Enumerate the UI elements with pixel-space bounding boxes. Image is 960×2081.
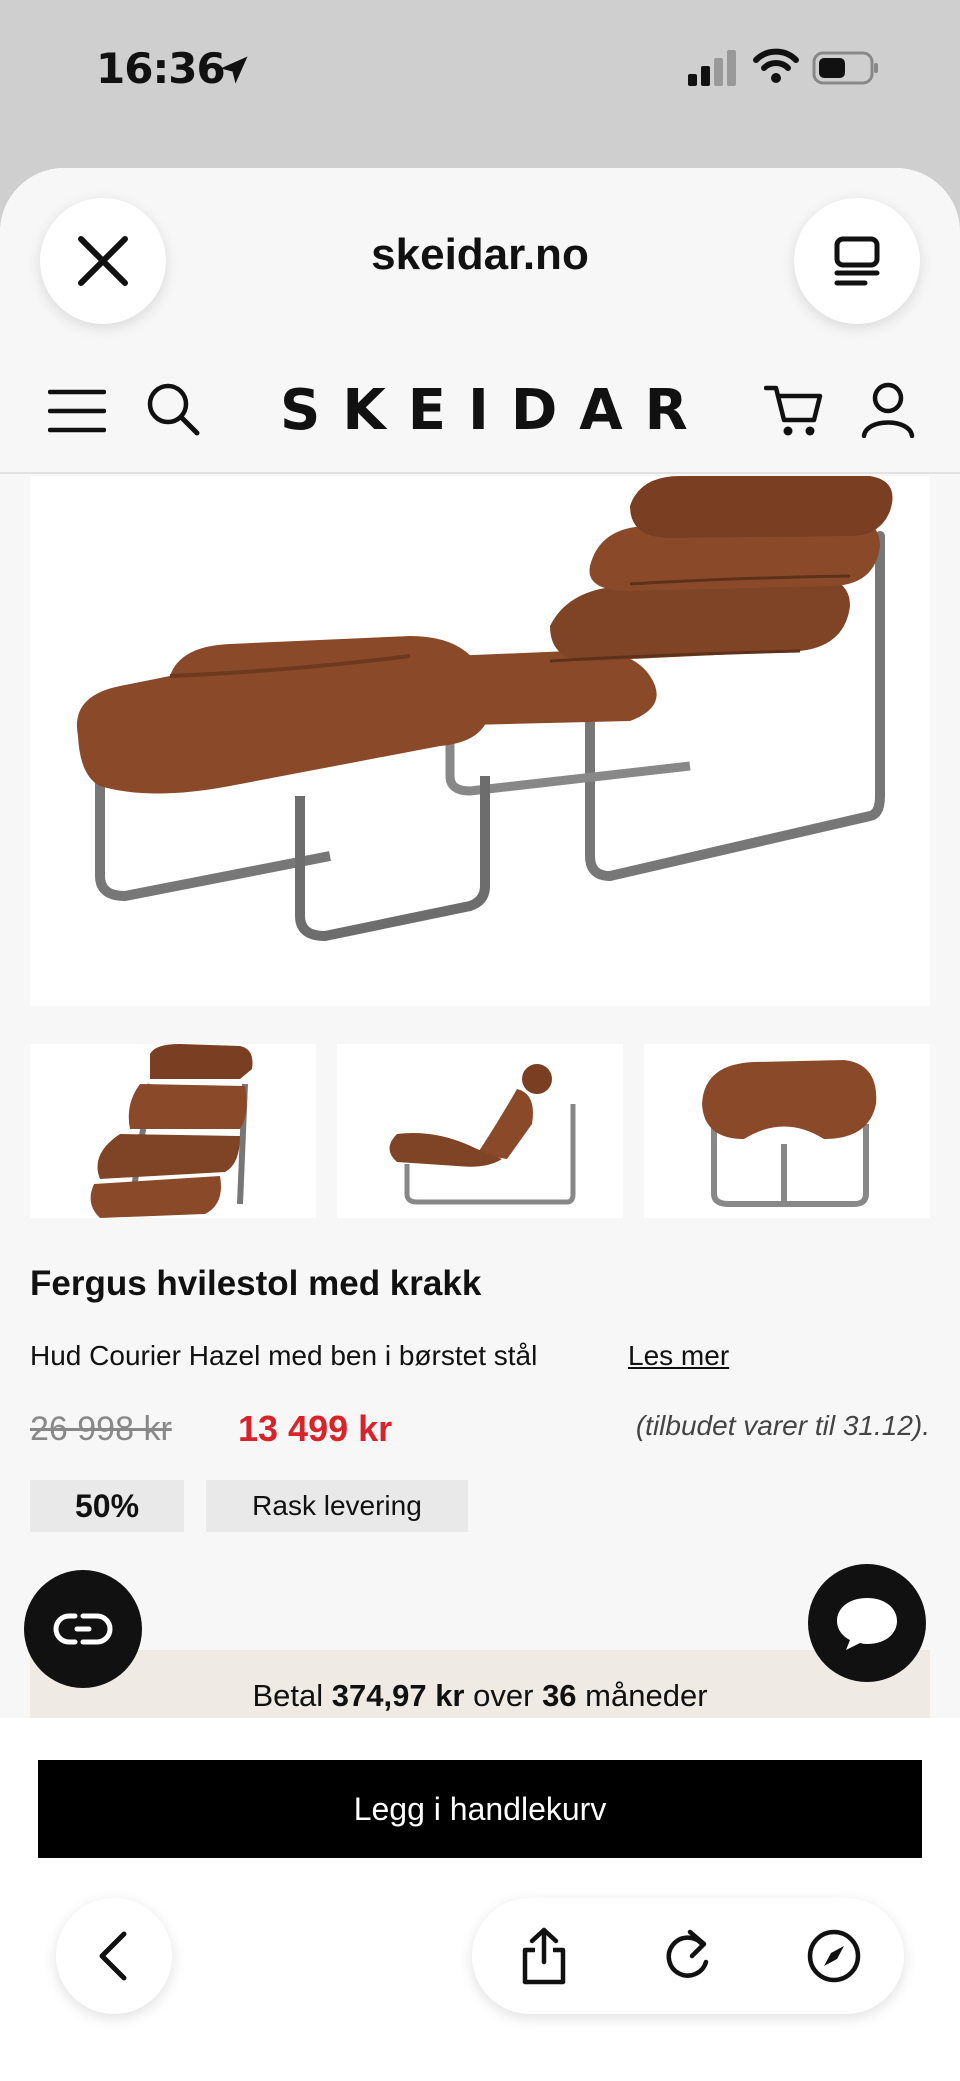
bottom-toolbar: Legg i handlekurv — [0, 1718, 960, 2081]
read-more-link[interactable]: Les mer — [628, 1340, 729, 1372]
tabs-button[interactable] — [794, 198, 920, 324]
chat-icon — [837, 1598, 897, 1650]
old-price: 26 998 kr — [30, 1410, 172, 1448]
cart-icon[interactable] — [764, 382, 824, 438]
thumbnail-3[interactable] — [644, 1044, 930, 1218]
reload-button[interactable] — [656, 1924, 720, 1988]
chat-button[interactable] — [808, 1564, 926, 1682]
compass-button[interactable] — [802, 1924, 866, 1988]
thumbnail-1[interactable] — [30, 1044, 316, 1218]
lounge-chair-illustration — [76, 476, 893, 942]
finance-banner[interactable]: Betal 374,97 kr over 36 måneder — [30, 1650, 930, 1724]
sale-price: 13 499 kr — [238, 1408, 393, 1449]
user-icon[interactable] — [860, 380, 916, 438]
product-description: Hud Courier Hazel med ben i børstet stål — [30, 1340, 538, 1371]
compass-icon — [807, 1929, 861, 1983]
share-button[interactable] — [512, 1924, 576, 1988]
browser-actions — [472, 1898, 904, 2014]
thumbnail-ottoman — [702, 1060, 877, 1207]
menu-icon[interactable] — [48, 388, 106, 434]
product-image[interactable] — [30, 476, 930, 1006]
back-button[interactable] — [56, 1898, 172, 2014]
add-to-cart-button[interactable]: Legg i handlekurv — [38, 1760, 922, 1858]
thumbnail-chair-front — [90, 1044, 253, 1218]
thumbnail-chair-side — [389, 1064, 576, 1205]
finance-amount: 374,97 kr — [331, 1678, 465, 1713]
finance-months: 36 — [542, 1678, 577, 1713]
battery-icon — [812, 51, 878, 85]
browser-sheet: skeidar.no SKEIDAR Fergus hvilestol med … — [0, 168, 960, 2081]
signal-icon — [688, 50, 736, 86]
location-arrow-icon — [220, 56, 248, 84]
offer-note: (tilbudet varer til 31.12). — [635, 1410, 930, 1441]
wifi-icon — [753, 48, 799, 83]
tabs-icon — [834, 236, 880, 286]
site-header: SKEIDAR — [0, 348, 960, 474]
share-icon — [522, 1927, 566, 1985]
thumbnail-2[interactable] — [337, 1044, 623, 1218]
finance-suffix: måneder — [585, 1678, 708, 1713]
site-logo[interactable]: SKEIDAR — [280, 378, 688, 443]
loop-button[interactable] — [24, 1570, 142, 1688]
status-time: 16:36 — [96, 44, 226, 93]
product-title: Fergus hvilestol med krakk — [30, 1264, 482, 1303]
status-bar: 16:36 — [0, 0, 960, 140]
discount-badge: 50% — [30, 1480, 184, 1532]
chevron-left-icon — [99, 1931, 127, 1981]
loop-icon — [53, 1613, 113, 1645]
delivery-badge: Rask levering — [206, 1480, 468, 1532]
finance-prefix: Betal — [252, 1678, 324, 1713]
reload-icon — [666, 1929, 709, 1978]
finance-middle: over — [473, 1678, 534, 1713]
search-icon[interactable] — [146, 382, 200, 436]
